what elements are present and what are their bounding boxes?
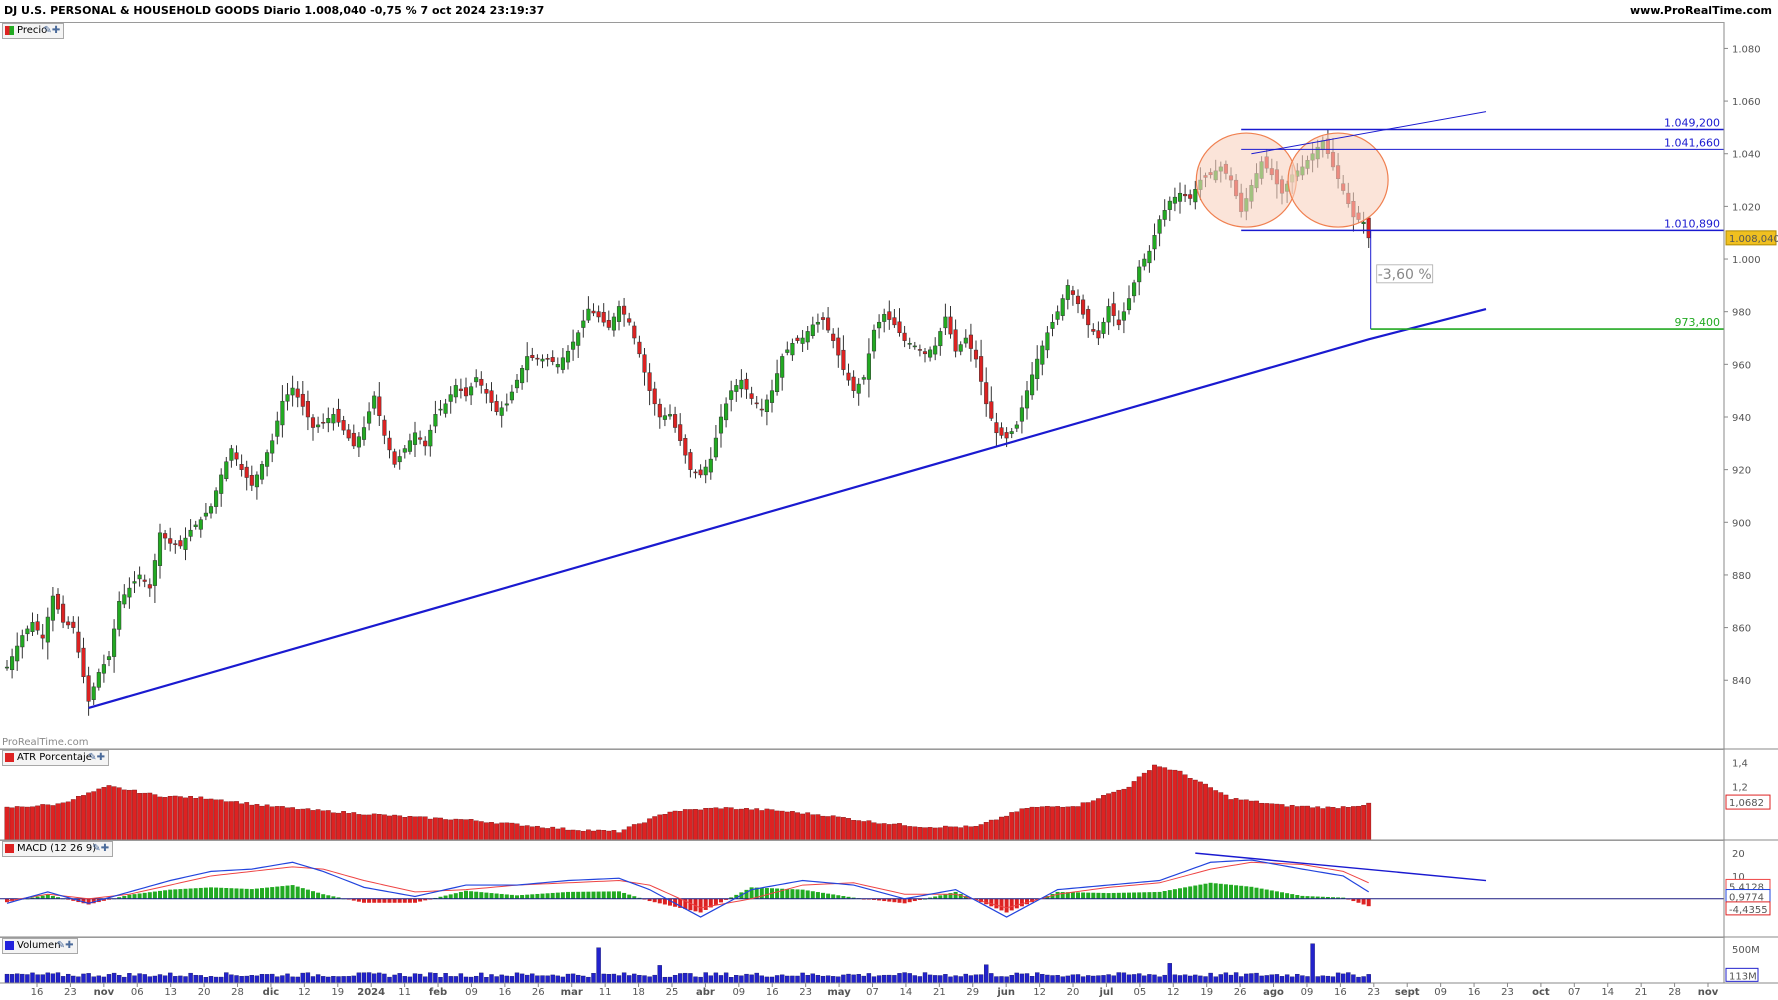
x-tick-label: ago bbox=[1263, 987, 1284, 998]
wrench-icon[interactable]: ✎✚ bbox=[57, 939, 74, 953]
y-tick-label: 860 bbox=[1732, 624, 1751, 635]
x-tick-label: dic bbox=[263, 987, 280, 998]
y-tick-label: 940 bbox=[1732, 413, 1751, 424]
price-panel-frame: Precio ✎✚ bbox=[0, 22, 1724, 750]
x-tick-label: nov bbox=[94, 987, 115, 998]
legend-label: Volumen bbox=[17, 940, 61, 951]
x-tick-label: 16 bbox=[31, 987, 44, 998]
x-tick-label: 12 bbox=[298, 987, 311, 998]
legend-label: MACD (12 26 9) bbox=[17, 843, 97, 854]
x-tick-label: sept bbox=[1395, 987, 1420, 998]
atr-panel-frame: ATR Porcentaje ✎✚ bbox=[0, 749, 1724, 841]
atr-tick-label: 1,2 bbox=[1732, 782, 1748, 793]
x-tick-label: nov bbox=[1698, 987, 1719, 998]
legend-label: ATR Porcentaje bbox=[17, 752, 92, 763]
atr-tick-label: 1,4 bbox=[1732, 759, 1748, 770]
x-tick-label: 23 bbox=[1501, 987, 1514, 998]
x-tick-label: 05 bbox=[1133, 987, 1146, 998]
y-tick-label: 980 bbox=[1732, 308, 1751, 319]
y-tick-label: 840 bbox=[1732, 676, 1751, 687]
volume-tick-label: 500M bbox=[1732, 945, 1760, 956]
x-tick-label: 26 bbox=[532, 987, 545, 998]
x-tick-label: feb bbox=[429, 987, 447, 998]
x-tick-label: 12 bbox=[1033, 987, 1046, 998]
y-tick-label: 1.080 bbox=[1732, 44, 1761, 55]
x-tick-label: 23 bbox=[64, 987, 77, 998]
x-tick-label: 18 bbox=[632, 987, 645, 998]
x-tick-label: 11 bbox=[599, 987, 612, 998]
x-tick-label: 09 bbox=[732, 987, 745, 998]
y-tick-label: 920 bbox=[1732, 466, 1751, 477]
legend-volume[interactable]: Volumen ✎✚ bbox=[2, 938, 78, 954]
x-tick-label: jul bbox=[1098, 987, 1113, 998]
x-tick-label: 28 bbox=[1668, 987, 1681, 998]
wrench-icon[interactable]: ✎✚ bbox=[88, 751, 105, 765]
x-tick-label: 13 bbox=[164, 987, 177, 998]
x-tick-label: 14 bbox=[1601, 987, 1614, 998]
x-tick-label: oct bbox=[1532, 987, 1550, 998]
x-tick-label: 21 bbox=[1635, 987, 1648, 998]
x-tick-label: 19 bbox=[331, 987, 344, 998]
x-tick-label: abr bbox=[696, 987, 715, 998]
x-tick-label: 09 bbox=[1434, 987, 1447, 998]
x-tick-label: jun bbox=[996, 987, 1015, 998]
y-tick-label: 1.040 bbox=[1732, 150, 1761, 161]
y-tick-label: 1.060 bbox=[1732, 97, 1761, 108]
macd-tick-label: 20 bbox=[1732, 849, 1745, 860]
legend-swatch bbox=[5, 844, 14, 853]
legend-macd[interactable]: MACD (12 26 9) ✎✚ bbox=[2, 841, 114, 857]
x-tick-label: 23 bbox=[1367, 987, 1380, 998]
x-tick-label: 20 bbox=[1067, 987, 1080, 998]
y-tick-label: 960 bbox=[1732, 360, 1751, 371]
legend-price[interactable]: Precio ✎✚ bbox=[2, 23, 65, 39]
atr-badge-label: 1,0682 bbox=[1729, 798, 1764, 809]
x-tick-label: may bbox=[827, 987, 851, 998]
x-tick-label: 07 bbox=[866, 987, 879, 998]
x-tick-label: 19 bbox=[1200, 987, 1213, 998]
x-tick-label: 28 bbox=[231, 987, 244, 998]
x-tick-label: 16 bbox=[499, 987, 512, 998]
legend-atr[interactable]: ATR Porcentaje ✎✚ bbox=[2, 750, 109, 766]
x-tick-label: 26 bbox=[1234, 987, 1247, 998]
macd-panel-frame: MACD (12 26 9) ✎✚ bbox=[0, 840, 1724, 938]
wrench-icon[interactable]: ✎✚ bbox=[44, 24, 61, 38]
x-tick-label: 16 bbox=[766, 987, 779, 998]
x-tick-label: 16 bbox=[1334, 987, 1347, 998]
x-tick-label: 09 bbox=[465, 987, 478, 998]
x-tick-label: 20 bbox=[198, 987, 211, 998]
y-tick-label: 1.000 bbox=[1732, 255, 1761, 266]
y-tick-label: 1.020 bbox=[1732, 202, 1761, 213]
legend-swatch bbox=[5, 753, 14, 762]
x-tick-label: 21 bbox=[933, 987, 946, 998]
x-tick-label: 06 bbox=[131, 987, 144, 998]
x-tick-label: 09 bbox=[1301, 987, 1314, 998]
legend-swatch bbox=[5, 26, 14, 35]
volume-panel-frame: Volumen ✎✚ bbox=[0, 937, 1724, 984]
x-tick-label: 07 bbox=[1568, 987, 1581, 998]
price-badge-label: 1.008,040 bbox=[1729, 234, 1778, 245]
watermark: ProRealTime.com bbox=[2, 737, 89, 748]
x-tick-label: 25 bbox=[666, 987, 679, 998]
legend-swatch bbox=[5, 941, 14, 950]
macd-badge-label: -4,4355 bbox=[1729, 905, 1768, 916]
x-tick-label: 23 bbox=[799, 987, 812, 998]
wrench-icon[interactable]: ✎✚ bbox=[92, 842, 109, 856]
y-tick-label: 880 bbox=[1732, 571, 1751, 582]
x-tick-label: mar bbox=[561, 987, 583, 998]
volume-badge-label: 113M bbox=[1729, 971, 1757, 982]
x-tick-label: 29 bbox=[966, 987, 979, 998]
x-tick-label: 14 bbox=[900, 987, 913, 998]
x-tick-label: 12 bbox=[1167, 987, 1180, 998]
x-tick-label: 2024 bbox=[357, 987, 385, 998]
x-tick-label: 11 bbox=[398, 987, 411, 998]
y-tick-label: 900 bbox=[1732, 518, 1751, 529]
x-tick-label: 16 bbox=[1468, 987, 1481, 998]
